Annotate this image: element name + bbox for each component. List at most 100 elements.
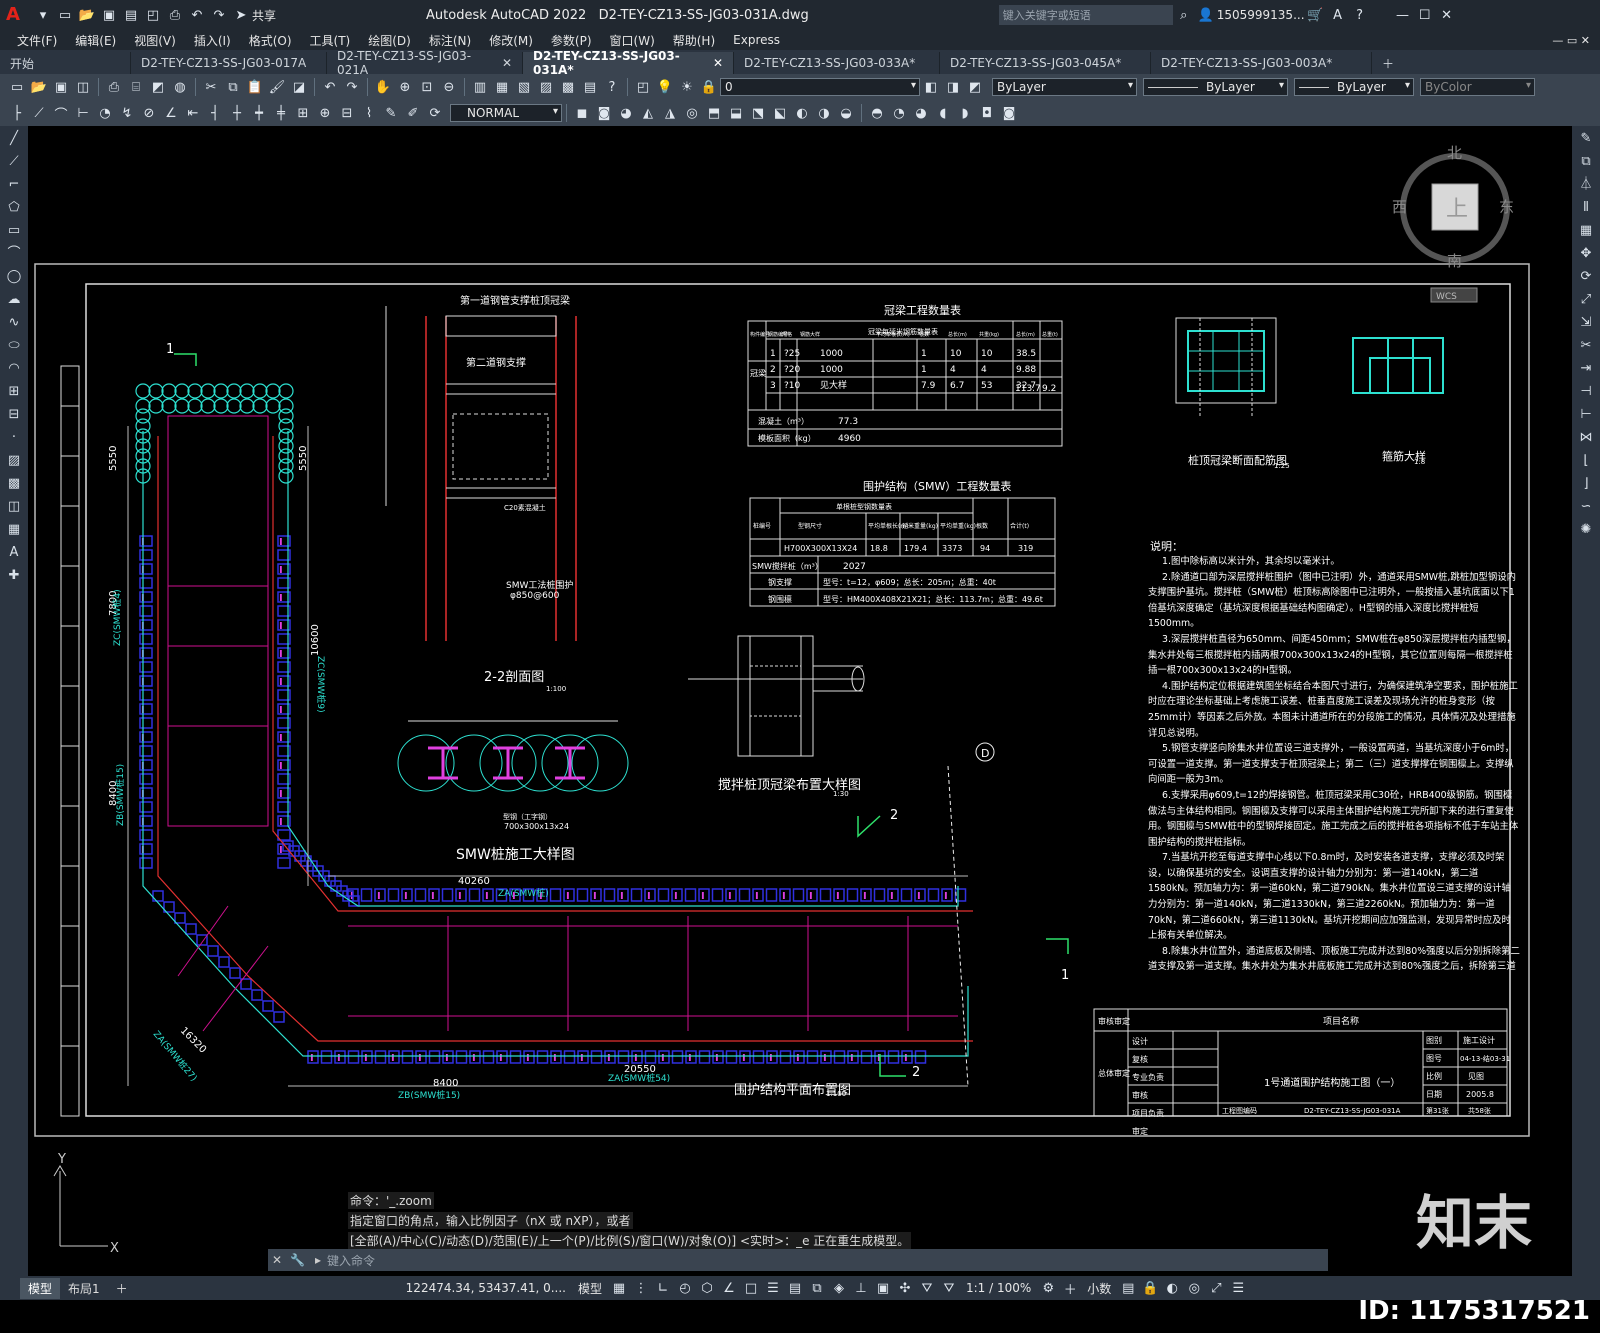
layer-lock-icon[interactable]: 🔒 [699,78,719,96]
tolerance-icon[interactable]: ⊞ [293,104,313,122]
sphere-icon[interactable]: ◕ [616,104,636,122]
hardware-accel-icon[interactable]: ◎ [1184,1279,1204,1297]
torus-icon[interactable]: ◎ [682,104,702,122]
paste-icon[interactable]: 📋 [245,78,265,96]
join-icon[interactable]: ⋈ [1576,428,1596,448]
layer-on-icon[interactable]: 💡 [655,78,675,96]
autodesk-icon[interactable]: A [1328,6,1348,24]
continue-icon[interactable]: ┼ [227,104,247,122]
camera-icon[interactable]: ◖ [933,104,953,122]
menu-draw[interactable]: 绘图(D) [359,32,420,49]
gizmo-icon[interactable]: ✣ [895,1279,915,1297]
region-icon[interactable]: ◫ [4,497,24,517]
wcs-label[interactable]: WCS [1436,292,1457,302]
search-input[interactable]: 键入关键字或短语 [998,5,1173,25]
annotation-scale[interactable]: 1:1 / 100% [966,1281,1031,1295]
revolve-icon[interactable]: ⬓ [726,104,746,122]
tool-palettes-icon[interactable]: ▧ [514,78,534,96]
selection-cycling-icon[interactable]: ⧉ [807,1279,827,1297]
copy-icon[interactable]: ⧉ [223,78,243,96]
preview-icon[interactable]: ⌸ [126,78,146,96]
command-prompt-icon[interactable]: ▸ [315,1253,321,1267]
menu-format[interactable]: 格式(O) [240,32,301,49]
angular-icon[interactable]: ∠ [161,104,181,122]
tab-start[interactable]: 开始 [0,52,131,74]
scale-icon[interactable]: ⤢ [1576,290,1596,310]
menu-parametric[interactable]: 参数(P) [542,32,601,49]
menu-dimension[interactable]: 标注(N) [420,32,480,49]
extrude-icon[interactable]: ⬒ [704,104,724,122]
menu-insert[interactable]: 插入(I) [185,32,240,49]
close-icon[interactable]: ✕ [1437,6,1457,24]
layer-dropdown[interactable]: 0 ▾ [720,78,920,96]
publish-3d-icon[interactable]: ◩ [148,78,168,96]
baseline-icon[interactable]: ┤ [205,104,225,122]
explode-icon[interactable]: ✺ [1576,520,1596,540]
viewcube-top[interactable]: 上 [1446,197,1468,222]
sheet-set-icon[interactable]: ▨ [536,78,556,96]
dim-break-icon[interactable]: ╪ [271,104,291,122]
blend-icon[interactable]: ∽ [1576,497,1596,517]
user-name[interactable]: 1505999135... [1217,8,1305,22]
open-icon[interactable]: 📂 [77,6,97,24]
design-center-icon[interactable]: ▦ [492,78,512,96]
subtract-icon[interactable]: ◑ [814,104,834,122]
line-icon[interactable]: ╱ [4,129,24,149]
union-icon[interactable]: ◐ [792,104,812,122]
aligned-dim-icon[interactable]: ⟋ [29,104,49,122]
autoscale-icon[interactable]: ⛛ [939,1279,959,1297]
intersect-icon[interactable]: ◒ [836,104,856,122]
tab-model[interactable]: 模型 [20,1277,61,1299]
plot-icon[interactable]: ⎙ [165,6,185,24]
menu-view[interactable]: 视图(V) [125,32,185,49]
ellipse-arc-icon[interactable]: ◠ [4,359,24,379]
tab-file-045[interactable]: D2-TEY-CZ13-SS-JG03-045A* [940,52,1151,74]
offset-icon[interactable]: ⫴ [1576,198,1596,218]
view-icon[interactable]: ◘ [977,104,997,122]
tab-file-033[interactable]: D2-TEY-CZ13-SS-JG03-033A* [734,52,940,74]
save-icon[interactable]: ▣ [51,78,71,96]
stretch-icon[interactable]: ⇲ [1576,313,1596,333]
search-icon[interactable]: ⌕ [1174,6,1194,24]
trim-icon[interactable]: ✂ [1576,336,1596,356]
lock-ui-icon[interactable]: 🔒 [1140,1279,1160,1297]
window-controls[interactable]: — ▭ ✕ [1552,34,1590,47]
spline-icon[interactable]: ∿ [4,313,24,333]
ordinate-icon[interactable]: ⊢ [73,104,93,122]
dynamic-ucs-icon[interactable]: ⊥ [851,1279,871,1297]
extend-icon[interactable]: ⇥ [1576,359,1596,379]
redo-icon[interactable]: ↷ [209,6,229,24]
tab-file-031-active[interactable]: D2-TEY-CZ13-SS-JG03-031A* ✕ [523,49,734,77]
polygon-icon[interactable]: ⬠ [4,198,24,218]
match-icon[interactable]: 🖌 [267,78,287,96]
properties-icon[interactable]: ▥ [470,78,490,96]
hatch-icon[interactable]: ▨ [4,451,24,471]
tab-file-021[interactable]: D2-TEY-CZ13-SS-JG03-021A ✕ [327,49,523,77]
plot-icon[interactable]: ⎙ [104,78,124,96]
otrack-icon[interactable]: ∠ [719,1279,739,1297]
open-icon[interactable]: 📂 [29,78,49,96]
move-icon[interactable]: ✥ [1576,244,1596,264]
construction-line-icon[interactable]: ⟋ [4,152,24,172]
dim-update-icon[interactable]: ⟳ [425,104,445,122]
autocad-logo-icon[interactable]: A [6,4,32,26]
isodraft-icon[interactable]: ⬡ [697,1279,717,1297]
pan-icon[interactable]: ✋ [373,78,393,96]
zoom-previous-icon[interactable]: ⊖ [439,78,459,96]
render-icon[interactable]: ◓ [867,104,887,122]
table-icon[interactable]: ▦ [4,520,24,540]
transparency-icon[interactable]: ▤ [785,1279,805,1297]
lineweight-dropdown[interactable]: ByLayer ▾ [1294,78,1414,96]
plotstyle-dropdown[interactable]: ByColor ▾ [1420,78,1535,96]
mtext-icon[interactable]: A [4,543,24,563]
fillet-icon[interactable]: ⌋ [1576,474,1596,494]
make-block-icon[interactable]: ⊟ [4,405,24,425]
jogged-linear-icon[interactable]: ⌇ [359,104,379,122]
grid-icon[interactable]: ▦ [609,1279,629,1297]
cone-icon[interactable]: ◭ [638,104,658,122]
clean-screen-icon[interactable]: ⤢ [1206,1279,1226,1297]
zoom-window-icon[interactable]: ⊡ [417,78,437,96]
snap-icon[interactable]: ⋮ [631,1279,651,1297]
rectangle-icon[interactable]: ▭ [4,221,24,241]
cart-icon[interactable]: 🛒 [1306,6,1326,24]
